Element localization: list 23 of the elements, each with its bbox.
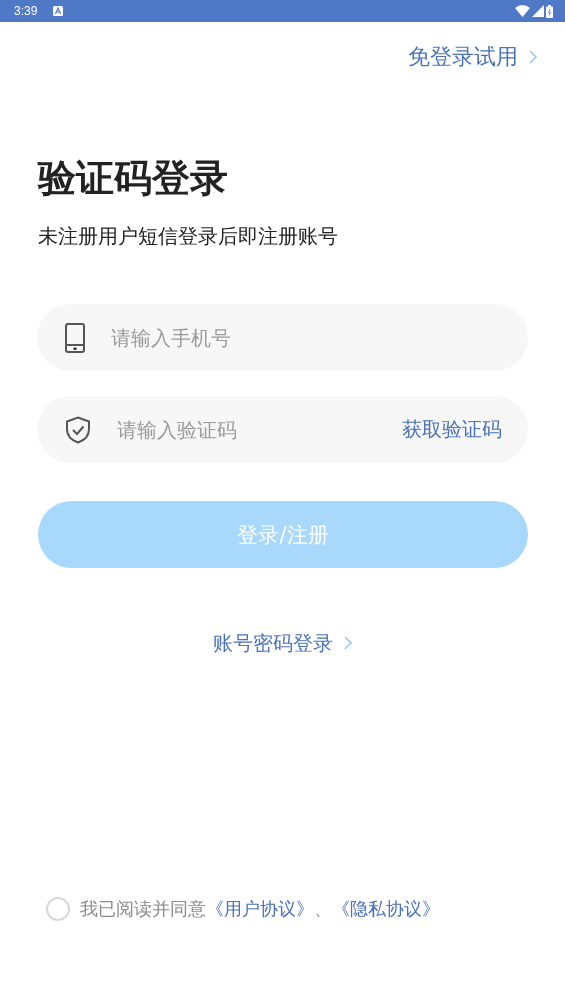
chevron-icon <box>528 49 538 65</box>
notification-icon <box>53 6 64 16</box>
password-login-link[interactable]: 账号密码登录 <box>212 628 353 658</box>
signal-icon <box>532 5 544 17</box>
phone-icon <box>65 322 85 353</box>
subtitle: 未注册用户短信登录后即注册账号 <box>38 223 339 250</box>
get-code-link[interactable]: 获取验证码 <box>402 416 502 443</box>
code-field[interactable]: 请输入验证码 获取验证码 <box>37 396 528 463</box>
shield-check-icon <box>65 415 91 444</box>
page-title: 验证码登录 <box>38 155 229 202</box>
phone-field[interactable]: 请输入手机号 <box>37 304 528 371</box>
phone-input[interactable]: 请输入手机号 <box>111 325 502 350</box>
chevron-icon <box>342 635 353 651</box>
wifi-icon <box>515 5 530 17</box>
trial-link[interactable]: 免登录试用 <box>408 42 538 72</box>
code-input[interactable]: 请输入验证码 <box>117 417 402 442</box>
status-time: 3:39 <box>14 4 38 18</box>
agreement-text: 我已阅读并同意 <box>80 897 206 921</box>
agree-checkbox[interactable] <box>46 897 70 921</box>
agreement-link[interactable]: 《用户协议》 <box>206 896 314 922</box>
separator-text: 、 <box>314 897 332 921</box>
battery-icon <box>546 4 553 18</box>
agreement-link[interactable]: 《隐私协议》 <box>332 896 440 922</box>
